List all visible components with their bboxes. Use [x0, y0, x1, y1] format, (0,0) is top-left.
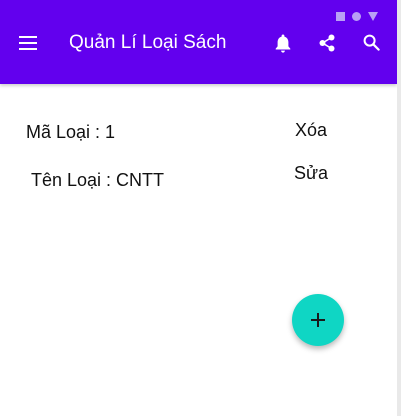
- share-icon: [319, 34, 335, 52]
- screen: Quản Lí Loại Sách Mã Loại : 1 Tên Loại:…: [0, 0, 397, 416]
- menu-button[interactable]: [14, 30, 42, 56]
- search-button[interactable]: [358, 29, 384, 55]
- edit-button[interactable]: Sửa: [294, 162, 328, 184]
- status-bar: [336, 10, 378, 22]
- square-icon: [336, 11, 345, 21]
- triangle-icon: [368, 11, 378, 21]
- bell-icon: [275, 34, 291, 53]
- notifications-button[interactable]: [270, 30, 296, 56]
- book-type-code: Mã Loại : 1: [26, 122, 116, 142]
- plus-icon: [311, 313, 325, 327]
- page-title: Quản Lí Loại Sách: [69, 32, 227, 53]
- delete-button[interactable]: Xóa: [295, 119, 327, 141]
- window-edge: [397, 0, 401, 416]
- book-type-name: Tên Loại : CNTT: [31, 170, 165, 190]
- app-bar: Quản Lí Loại Sách: [0, 0, 397, 84]
- add-button[interactable]: [292, 294, 344, 346]
- menu-icon: [19, 36, 37, 50]
- search-icon: [363, 34, 380, 51]
- circle-icon: [352, 11, 361, 21]
- share-button[interactable]: [314, 30, 340, 56]
